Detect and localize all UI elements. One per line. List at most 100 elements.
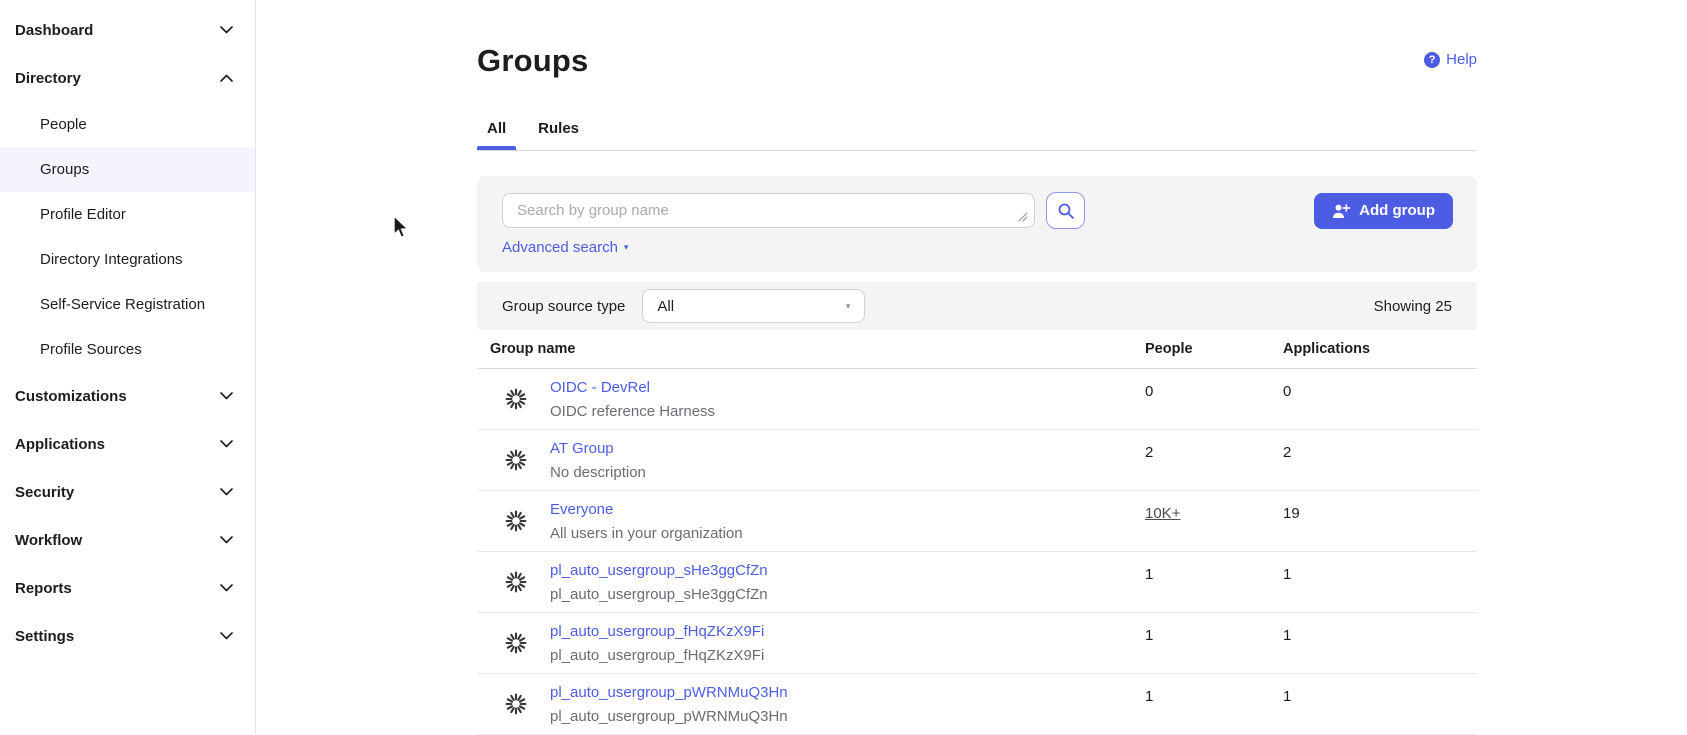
group-source-type-label: Group source type bbox=[502, 298, 625, 315]
group-source-type-select[interactable]: All ▾ bbox=[642, 289, 865, 323]
table-row: pl_auto_usergroup_pWRNMuQ3Hn pl_auto_use… bbox=[477, 674, 1477, 735]
applications-count: 1 bbox=[1283, 688, 1291, 705]
group-icon bbox=[505, 388, 527, 410]
applications-count: 0 bbox=[1283, 383, 1291, 400]
group-name-cell: pl_auto_usergroup_fHqZKzX9Fi pl_auto_use… bbox=[477, 623, 1145, 664]
chevron-down-icon bbox=[220, 440, 233, 448]
table-row: pl_auto_usergroup_sHe3ggCfZn pl_auto_use… bbox=[477, 552, 1477, 613]
sidebar-item-profile-sources[interactable]: Profile Sources bbox=[0, 327, 255, 372]
group-description: pl_auto_usergroup_sHe3ggCfZn bbox=[550, 586, 768, 603]
sidebar-item-directory-integrations[interactable]: Directory Integrations bbox=[0, 237, 255, 282]
group-name-cell: Everyone All users in your organization bbox=[477, 501, 1145, 542]
group-name-block: AT Group No description bbox=[550, 440, 646, 481]
sidebar-item-dashboard[interactable]: Dashboard bbox=[0, 6, 255, 54]
sidebar-item-label: Profile Sources bbox=[40, 341, 142, 358]
group-icon bbox=[505, 632, 527, 654]
people-count: 2 bbox=[1145, 444, 1153, 461]
group-name-link[interactable]: Everyone bbox=[550, 501, 613, 518]
group-name-link[interactable]: pl_auto_usergroup_pWRNMuQ3Hn bbox=[550, 684, 788, 701]
add-group-button[interactable]: Add group bbox=[1314, 193, 1453, 229]
chevron-down-icon bbox=[220, 632, 233, 640]
sidebar-item-customizations[interactable]: Customizations bbox=[0, 372, 255, 420]
group-name-block: pl_auto_usergroup_pWRNMuQ3Hn pl_auto_use… bbox=[550, 684, 788, 725]
people-count: 1 bbox=[1145, 566, 1153, 583]
applications-count: 1 bbox=[1283, 566, 1291, 583]
sidebar-item-applications[interactable]: Applications bbox=[0, 420, 255, 468]
sidebar-item-groups[interactable]: Groups bbox=[0, 147, 255, 192]
search-panel: Add group Advanced search ▾ bbox=[477, 176, 1477, 272]
group-name-link[interactable]: OIDC - DevRel bbox=[550, 379, 650, 396]
chevron-down-icon bbox=[220, 26, 233, 34]
group-description: pl_auto_usergroup_fHqZKzX9Fi bbox=[550, 647, 764, 664]
group-description: OIDC reference Harness bbox=[550, 403, 715, 420]
sidebar-item-settings[interactable]: Settings bbox=[0, 612, 255, 660]
people-count-cell: 0 bbox=[1145, 369, 1283, 400]
column-header-group-name: Group name bbox=[477, 341, 1145, 357]
add-person-icon bbox=[1332, 203, 1350, 219]
tab-all[interactable]: All bbox=[477, 112, 516, 150]
chevron-down-icon bbox=[220, 584, 233, 592]
sidebar-item-self-service-registration[interactable]: Self-Service Registration bbox=[0, 282, 255, 327]
group-name-link[interactable]: pl_auto_usergroup_fHqZKzX9Fi bbox=[550, 623, 764, 640]
sidebar-item-label: Security bbox=[15, 484, 74, 501]
applications-count: 19 bbox=[1283, 505, 1300, 522]
chevron-down-icon bbox=[220, 392, 233, 400]
people-count: 1 bbox=[1145, 688, 1153, 705]
group-icon bbox=[505, 571, 527, 593]
group-name-block: pl_auto_usergroup_sHe3ggCfZn pl_auto_use… bbox=[550, 562, 768, 603]
help-question-icon: ? bbox=[1424, 52, 1440, 68]
advanced-search-label: Advanced search bbox=[502, 239, 618, 256]
table-row: Everyone All users in your organization … bbox=[477, 491, 1477, 552]
add-group-label: Add group bbox=[1359, 202, 1435, 219]
help-label: Help bbox=[1446, 51, 1477, 68]
table-row: AT Group No description 2 2 bbox=[477, 430, 1477, 491]
groups-table-body: OIDC - DevRel OIDC reference Harness 0 0 bbox=[477, 369, 1477, 735]
search-icon bbox=[1057, 202, 1075, 220]
tab-rules[interactable]: Rules bbox=[528, 112, 589, 150]
group-name-cell: AT Group No description bbox=[477, 440, 1145, 481]
sidebar-item-label: People bbox=[40, 116, 87, 133]
select-value: All bbox=[657, 298, 674, 315]
filter-bar: Group source type All ▾ Showing 25 bbox=[477, 282, 1477, 330]
people-count-cell: 1 bbox=[1145, 674, 1283, 705]
sidebar-item-workflow[interactable]: Workflow bbox=[0, 516, 255, 564]
sidebar-item-label: Settings bbox=[15, 628, 74, 645]
column-header-applications: Applications bbox=[1283, 341, 1477, 357]
sidebar-item-people[interactable]: People bbox=[0, 102, 255, 147]
sidebar-item-profile-editor[interactable]: Profile Editor bbox=[0, 192, 255, 237]
applications-count-cell: 19 bbox=[1283, 491, 1477, 522]
applications-count-cell: 1 bbox=[1283, 613, 1477, 644]
help-link[interactable]: ? Help bbox=[1424, 51, 1477, 68]
group-description: No description bbox=[550, 464, 646, 481]
people-count-cell: 2 bbox=[1145, 430, 1283, 461]
group-name-link[interactable]: AT Group bbox=[550, 440, 614, 457]
table-row: pl_auto_usergroup_fHqZKzX9Fi pl_auto_use… bbox=[477, 613, 1477, 674]
main-content: Groups ? Help All Rules bbox=[256, 0, 1687, 734]
page-header: Groups ? Help bbox=[477, 42, 1477, 82]
search-button[interactable] bbox=[1046, 192, 1085, 229]
applications-count-cell: 1 bbox=[1283, 674, 1477, 705]
group-name-link[interactable]: pl_auto_usergroup_sHe3ggCfZn bbox=[550, 562, 768, 579]
advanced-search-link[interactable]: Advanced search ▾ bbox=[502, 239, 628, 256]
group-name-block: Everyone All users in your organization bbox=[550, 501, 743, 542]
people-count-cell: 1 bbox=[1145, 552, 1283, 583]
people-count: 0 bbox=[1145, 383, 1153, 400]
applications-count: 1 bbox=[1283, 627, 1291, 644]
column-header-people: People bbox=[1145, 341, 1283, 357]
sidebar-item-directory[interactable]: Directory bbox=[0, 54, 255, 102]
caret-down-icon: ▾ bbox=[624, 242, 629, 253]
page-title: Groups bbox=[477, 42, 588, 80]
sidebar-item-security[interactable]: Security bbox=[0, 468, 255, 516]
applications-count-cell: 2 bbox=[1283, 430, 1477, 461]
sidebar-item-reports[interactable]: Reports bbox=[0, 564, 255, 612]
chevron-down-icon bbox=[220, 488, 233, 496]
people-count: 1 bbox=[1145, 627, 1153, 644]
tab-bar: All Rules bbox=[477, 112, 1477, 151]
group-name-block: OIDC - DevRel OIDC reference Harness bbox=[550, 379, 715, 420]
group-name-cell: OIDC - DevRel OIDC reference Harness bbox=[477, 379, 1145, 420]
sidebar: Dashboard Directory People Groups Profil… bbox=[0, 0, 256, 734]
group-name-block: pl_auto_usergroup_fHqZKzX9Fi pl_auto_use… bbox=[550, 623, 764, 664]
sidebar-item-label: Reports bbox=[15, 580, 72, 597]
group-name-cell: pl_auto_usergroup_pWRNMuQ3Hn pl_auto_use… bbox=[477, 684, 1145, 725]
search-input[interactable] bbox=[502, 193, 1035, 228]
